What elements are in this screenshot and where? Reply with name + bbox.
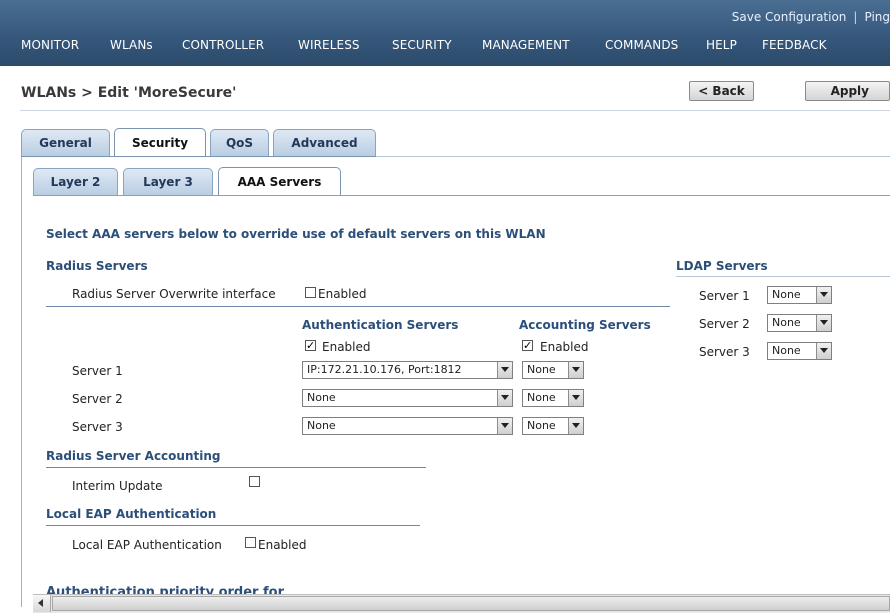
auth-enabled-label: Enabled xyxy=(322,340,371,354)
tab-qos[interactable]: QoS xyxy=(210,129,269,156)
interim-update-checkbox[interactable] xyxy=(249,476,260,487)
menu-monitor[interactable]: MONITOR xyxy=(21,38,79,52)
local-eap-divider xyxy=(46,525,420,526)
chevron-down-icon xyxy=(497,362,512,378)
menu-wireless[interactable]: WIRELESS xyxy=(298,38,360,52)
menu-security[interactable]: SECURITY xyxy=(392,38,452,52)
tab-layer3[interactable]: Layer 3 xyxy=(123,168,213,195)
ping-link[interactable]: Ping xyxy=(864,10,890,24)
horizontal-scrollbar[interactable] xyxy=(33,594,890,613)
server2-auth-select[interactable]: None xyxy=(302,389,513,407)
server3-label: Server 3 xyxy=(72,420,123,434)
check-mark-icon: ✓ xyxy=(306,339,316,352)
server3-auth-select[interactable]: None xyxy=(302,417,513,435)
server2-acct-select[interactable]: None xyxy=(522,389,584,407)
server1-acct-select[interactable]: None xyxy=(522,361,584,379)
server1-auth-select[interactable]: IP:172.21.10.176, Port:1812 xyxy=(302,361,513,379)
chevron-down-icon xyxy=(497,390,512,406)
menu-help[interactable]: HELP xyxy=(706,38,737,52)
check-mark-icon: ✓ xyxy=(523,339,533,352)
menu-management[interactable]: MANAGEMENT xyxy=(482,38,570,52)
server1-label: Server 1 xyxy=(72,364,123,378)
acct-enabled-checkbox[interactable]: ✓ xyxy=(522,340,533,351)
radius-servers-heading: Radius Servers xyxy=(46,259,148,273)
radius-divider xyxy=(46,306,670,307)
ldap-server1-select[interactable]: None xyxy=(767,286,832,304)
acct-servers-header: Accounting Servers xyxy=(519,318,651,332)
server3-acct-select[interactable]: None xyxy=(522,417,584,435)
page-title: WLANs > Edit 'MoreSecure' xyxy=(21,85,237,101)
server1-auth-value: IP:172.21.10.176, Port:1812 xyxy=(307,363,462,376)
radius-accounting-heading: Radius Server Accounting xyxy=(46,449,221,463)
title-divider xyxy=(20,110,890,111)
back-button[interactable]: < Back xyxy=(689,81,754,101)
ldap-server3-label: Server 3 xyxy=(699,345,750,359)
aaa-intro-text: Select AAA servers below to override use… xyxy=(46,227,546,241)
utility-separator: | xyxy=(853,10,858,24)
ldap-servers-heading: LDAP Servers xyxy=(676,259,768,273)
menu-feedback[interactable]: FEEDBACK xyxy=(762,38,827,52)
chevron-down-icon xyxy=(568,362,583,378)
menu-wlans[interactable]: WLANs xyxy=(110,38,153,52)
accounting-divider xyxy=(46,467,426,468)
scroll-left-arrow-icon[interactable] xyxy=(33,595,51,612)
server3-auth-value: None xyxy=(307,419,336,432)
local-eap-checkbox[interactable] xyxy=(245,537,256,548)
utility-links: Save Configuration | Ping xyxy=(732,10,890,24)
acct-enabled-label: Enabled xyxy=(540,340,589,354)
ldap-divider xyxy=(676,276,890,277)
chevron-down-icon xyxy=(568,418,583,434)
chevron-down-icon xyxy=(816,315,831,331)
tab-advanced[interactable]: Advanced xyxy=(273,129,376,156)
interim-update-label: Interim Update xyxy=(72,479,163,493)
tab-aaa-servers[interactable]: AAA Servers xyxy=(218,167,341,196)
chevron-down-icon xyxy=(816,287,831,303)
save-configuration-link[interactable]: Save Configuration xyxy=(732,10,847,24)
local-eap-heading: Local EAP Authentication xyxy=(46,507,217,521)
chevron-down-icon xyxy=(497,418,512,434)
subtabs-underline xyxy=(33,195,890,196)
tab-general[interactable]: General xyxy=(21,129,110,156)
radius-overwrite-checkbox[interactable] xyxy=(305,287,316,298)
scrollbar-thumb[interactable] xyxy=(52,596,890,611)
auth-enabled-checkbox[interactable]: ✓ xyxy=(305,340,316,351)
radius-overwrite-enabled-label: Enabled xyxy=(318,287,367,301)
chevron-down-icon xyxy=(816,343,831,359)
local-eap-label: Local EAP Authentication xyxy=(72,538,222,552)
local-eap-enabled-label: Enabled xyxy=(258,538,307,552)
menu-commands[interactable]: COMMANDS xyxy=(605,38,678,52)
chevron-down-icon xyxy=(568,390,583,406)
radius-overwrite-label: Radius Server Overwrite interface xyxy=(72,287,276,301)
auth-servers-header: Authentication Servers xyxy=(302,318,459,332)
apply-button[interactable]: Apply xyxy=(805,81,890,101)
ldap-server1-label: Server 1 xyxy=(699,289,750,303)
tab-layer2[interactable]: Layer 2 xyxy=(33,168,118,195)
top-navigation-bar: Save Configuration | Ping MONITOR WLANs CO… xyxy=(0,0,890,66)
ldap-server2-label: Server 2 xyxy=(699,317,750,331)
menu-controller[interactable]: CONTROLLER xyxy=(182,38,264,52)
ldap-server2-select[interactable]: None xyxy=(767,314,832,332)
tab-security[interactable]: Security xyxy=(114,128,206,157)
ldap-server3-select[interactable]: None xyxy=(767,342,832,360)
server2-auth-value: None xyxy=(307,391,336,404)
server2-label: Server 2 xyxy=(72,392,123,406)
